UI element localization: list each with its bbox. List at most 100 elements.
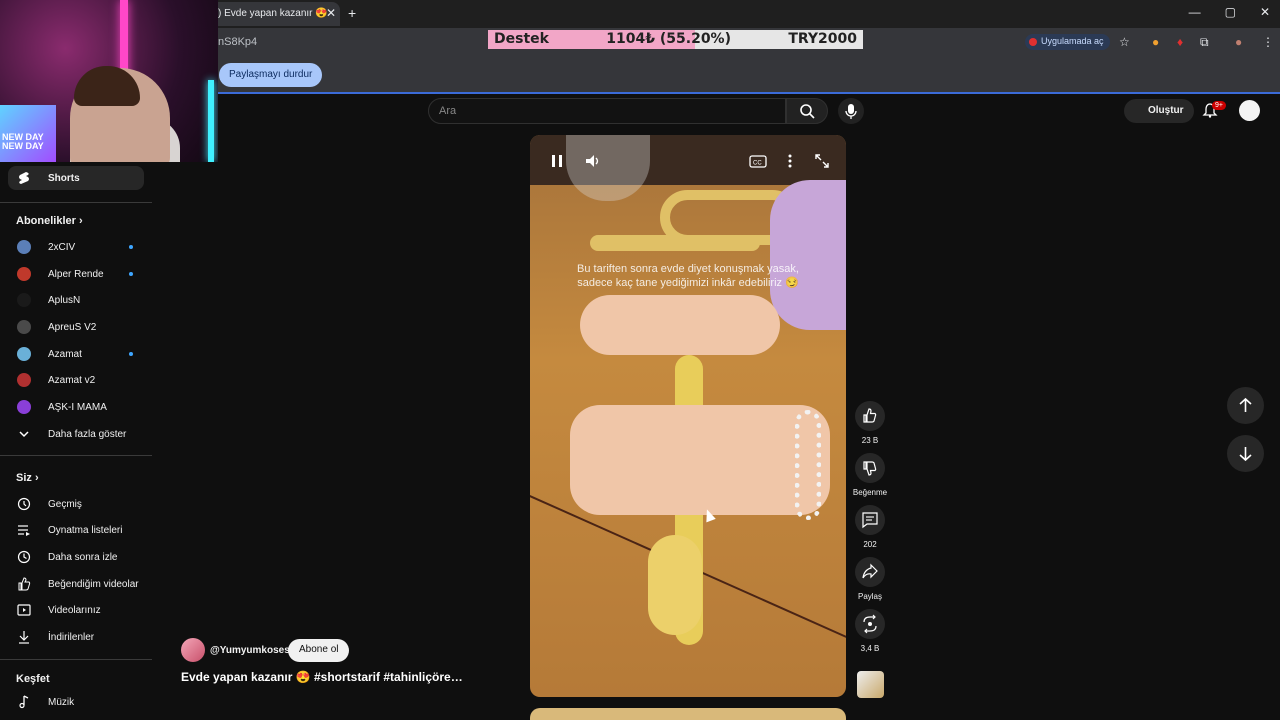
history-icon (17, 497, 31, 511)
like-button[interactable] (855, 401, 885, 431)
more-vertical-icon (788, 154, 792, 168)
browser-menu-icon[interactable]: ⋮ (1262, 35, 1274, 49)
profile-icon[interactable]: ● (1235, 35, 1242, 49)
comment-icon (862, 512, 878, 529)
sidebar-item-subscription[interactable]: ApreuS V2 (8, 315, 144, 339)
remix-button[interactable] (855, 609, 885, 639)
user-avatar[interactable] (1239, 100, 1260, 121)
channel-avatar (17, 347, 31, 361)
channel-avatar (17, 293, 31, 307)
comments-button[interactable] (855, 505, 885, 535)
dislike-button[interactable] (855, 453, 885, 483)
create-button[interactable]: Oluştur (1124, 99, 1194, 123)
open-in-app-button[interactable]: Uygulamada aç (1025, 34, 1110, 50)
tab-close-icon[interactable]: ✕ (326, 6, 336, 20)
extension-icon[interactable]: ♦ (1177, 35, 1183, 49)
arrow-up-icon (1239, 397, 1252, 412)
remix-icon (863, 614, 877, 634)
new-content-dot (129, 245, 133, 249)
sidebar-item-subscription[interactable]: 2xCIV (8, 235, 144, 259)
maximize-icon[interactable]: ▢ (1225, 5, 1236, 19)
pause-icon (552, 155, 562, 167)
sound-thumbnail[interactable] (857, 671, 884, 698)
search-input[interactable]: Ara (428, 98, 786, 124)
volume-icon (586, 155, 599, 167)
sidebar-item-label: Oynatma listeleri (48, 524, 123, 536)
sidebar-item-label: Azamat v2 (48, 374, 96, 386)
dough-end (648, 535, 702, 635)
sidebar-item-your-videos[interactable]: Videolarınız (8, 598, 144, 622)
new-content-dot (129, 352, 133, 356)
thumbs-up-icon (18, 577, 31, 591)
browser-tab[interactable]: ) Evde yapan kazanır 😍 (210, 2, 340, 26)
chevron-right-icon: › (78, 215, 83, 227)
share-label: Paylaş (857, 592, 882, 601)
subscribe-button[interactable]: Abone ol (288, 639, 350, 662)
extensions-puzzle-icon[interactable]: ⧉ (1200, 35, 1209, 50)
playlists-icon (18, 525, 30, 536)
next-video-preview[interactable] (530, 708, 846, 720)
divider (0, 455, 152, 456)
sidebar-item-music[interactable]: Müzik (8, 690, 144, 714)
search-icon (800, 104, 815, 119)
donation-goal: TRY2000 (788, 31, 857, 47)
shorts-video-player[interactable]: Bu tariften sonra evde diyet konuşmak ya… (530, 135, 846, 697)
show-more-button[interactable]: Daha fazla göster (8, 422, 144, 446)
channel-avatar[interactable] (181, 638, 205, 662)
sidebar-item-history[interactable]: Geçmiş (8, 492, 144, 516)
neon-light (208, 80, 214, 162)
sidebar-item-shorts[interactable]: Shorts (8, 166, 144, 190)
captions-button[interactable]: CC (747, 150, 769, 172)
stop-sharing-button[interactable]: Paylaşmayı durdur (219, 63, 323, 87)
share-button[interactable] (855, 557, 885, 587)
previous-video-button[interactable] (1227, 387, 1264, 424)
search-button[interactable] (786, 98, 828, 124)
sidebar-item-subscription[interactable]: Azamat (8, 342, 144, 366)
volume-button[interactable] (582, 150, 604, 172)
sidebar-item-downloads[interactable]: İndirilenler (8, 625, 144, 649)
sidebar-item-subscription[interactable]: Azamat v2 (8, 368, 144, 392)
video-title[interactable]: Evde yapan kazanır 😍 #shortstarif #tahin… (181, 670, 463, 684)
extension-icon[interactable]: ● (1152, 35, 1159, 49)
tab-title: ) Evde yapan kazanır 😍 (218, 8, 328, 19)
sidebar-item-label: AplusN (48, 294, 81, 306)
fullscreen-button[interactable] (811, 150, 833, 172)
sidebar-item-label: Daha fazla göster (48, 428, 127, 440)
music-note-icon (19, 695, 29, 709)
channel-avatar (17, 240, 31, 254)
sidebar-item-label: 2xCIV (48, 241, 76, 253)
subscriptions-header[interactable]: Abonelikler › (16, 215, 83, 227)
window-controls: — ▢ ✕ (1189, 5, 1270, 19)
sidebar-item-label: Azamat (48, 348, 82, 360)
url-text[interactable]: nS8Kp4 (218, 36, 257, 48)
sidebar-item-watch-later[interactable]: Daha sonra izle (8, 545, 144, 569)
sidebar-item-subscription[interactable]: Alper Rende (8, 262, 144, 286)
share-icon (862, 563, 878, 579)
chevron-right-icon: › (34, 472, 39, 484)
sidebar-item-playlists[interactable]: Oynatma listeleri (8, 518, 144, 542)
explore-header: Keşfet (16, 673, 50, 685)
channel-name[interactable]: @Yumyumkosesi (210, 645, 293, 656)
sleeve (770, 180, 846, 330)
sidebar-item-subscription[interactable]: AŞK-I MAMA (8, 395, 144, 419)
sidebar-item-label: Beğendiğim videolar (48, 578, 139, 590)
sidebar: Shorts Abonelikler › 2xCIV Alper Rende A… (0, 162, 155, 720)
sidebar-item-liked-videos[interactable]: Beğendiğim videolar (8, 572, 144, 596)
close-window-icon[interactable]: ✕ (1260, 5, 1270, 19)
sidebar-item-subscription[interactable]: AplusN (8, 288, 144, 312)
sidebar-item-label: Videolarınız (48, 604, 101, 616)
notification-count-badge: 9+ (1212, 101, 1226, 110)
webcam-avatar-badge: NEW DAY NEW DAY (0, 105, 56, 162)
new-content-dot (129, 272, 133, 276)
voice-search-button[interactable] (838, 98, 864, 124)
bookmark-star-icon[interactable]: ☆ (1119, 35, 1130, 49)
minimize-icon[interactable]: — (1189, 5, 1201, 19)
more-options-button[interactable] (779, 150, 801, 172)
pause-button[interactable] (546, 150, 568, 172)
shorts-icon (19, 172, 29, 184)
sidebar-item-label: İndirilenler (48, 631, 95, 643)
next-video-button[interactable] (1227, 435, 1264, 472)
hand (580, 295, 780, 355)
new-tab-icon[interactable]: + (348, 5, 356, 21)
you-header[interactable]: Siz › (16, 472, 39, 484)
